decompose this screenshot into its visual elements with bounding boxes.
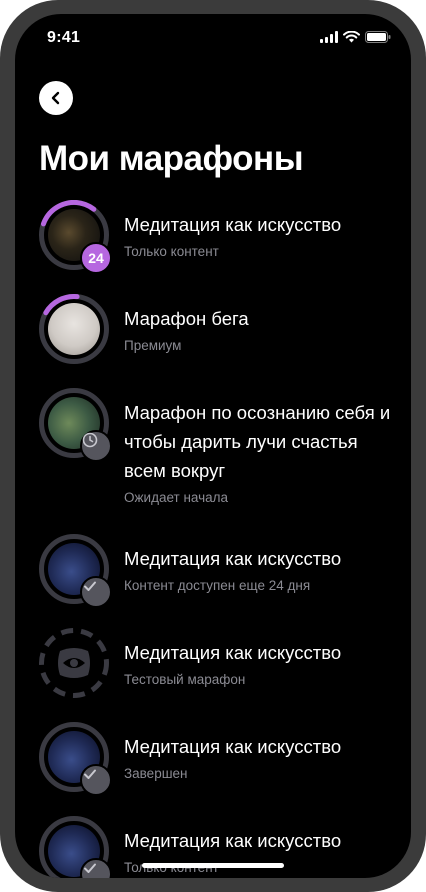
back-button[interactable] <box>39 81 73 115</box>
marathon-avatar <box>39 816 112 878</box>
marathon-info: Медитация как искусство Тестовый марафон <box>124 638 399 687</box>
check-icon <box>84 769 96 779</box>
clock-icon <box>82 432 98 448</box>
status-bar: 9:41 <box>15 14 411 64</box>
marathon-name: Медитация как искусство <box>124 736 342 757</box>
wifi-icon <box>343 31 360 43</box>
check-badge <box>80 764 112 796</box>
check-icon <box>84 581 96 591</box>
marathon-status: Контент доступен еще 24 дня <box>124 578 311 593</box>
eye-icon <box>58 648 90 678</box>
screen: 9:41 Мои марафоны 24 Медитация как искус… <box>15 14 411 878</box>
check-badge <box>80 576 112 608</box>
check-icon <box>84 863 96 873</box>
signal-icon <box>320 31 338 43</box>
marathon-name: Марафон бега <box>124 308 249 329</box>
marathon-name: Медитация как искусство <box>124 642 342 663</box>
chevron-left-icon <box>51 91 60 105</box>
clock-badge <box>80 430 112 462</box>
home-indicator[interactable] <box>142 863 284 868</box>
marathon-item[interactable]: Марафон бега Премиум <box>39 294 399 374</box>
battery-icon <box>365 31 391 43</box>
marathon-item[interactable]: Медитация как искусство Тестовый марафон <box>39 628 399 708</box>
marathon-avatar <box>39 388 112 462</box>
phone-frame: 9:41 Мои марафоны 24 Медитация как искус… <box>0 0 426 892</box>
marathon-info: Медитация как искусство Только контент <box>124 210 399 259</box>
marathon-name: Медитация как искусство <box>124 548 342 569</box>
cover-image <box>48 303 100 355</box>
marathon-status: Ожидает начала <box>124 490 229 505</box>
marathon-name: Марафон по осознанию себя и чтобы дарить… <box>124 402 391 481</box>
count-badge: 24 <box>80 242 112 274</box>
marathon-info: Марафон бега Премиум <box>124 304 399 353</box>
marathon-avatar <box>39 534 112 608</box>
marathon-name: Медитация как искусство <box>124 830 342 851</box>
marathon-status: Только контент <box>124 244 219 259</box>
marathon-avatar: 24 <box>39 200 112 274</box>
marathon-avatar <box>39 294 109 364</box>
marathon-info: Медитация как искусство Контент доступен… <box>124 544 399 593</box>
marathon-info: Медитация как искусство Завершен <box>124 732 399 781</box>
marathon-status: Завершен <box>124 766 188 781</box>
marathon-item[interactable]: 24 Медитация как искусство Только контен… <box>39 200 399 280</box>
page-title: Мои марафоны <box>39 139 304 178</box>
marathon-avatar <box>39 722 112 796</box>
marathon-item[interactable]: Медитация как искусство Контент доступен… <box>39 534 399 614</box>
marathon-status: Тестовый марафон <box>124 672 246 687</box>
marathon-info: Марафон по осознанию себя и чтобы дарить… <box>124 398 399 505</box>
marathon-status: Премиум <box>124 338 182 353</box>
marathon-item[interactable]: Марафон по осознанию себя и чтобы дарить… <box>39 388 399 518</box>
marathon-avatar <box>39 628 109 698</box>
status-icons <box>320 31 391 43</box>
marathon-name: Медитация как искусство <box>124 214 342 235</box>
status-time: 9:41 <box>47 29 81 46</box>
marathon-item[interactable]: Медитация как искусство Завершен <box>39 722 399 802</box>
marathon-item[interactable]: Медитация как искусство Только контент <box>39 816 399 878</box>
